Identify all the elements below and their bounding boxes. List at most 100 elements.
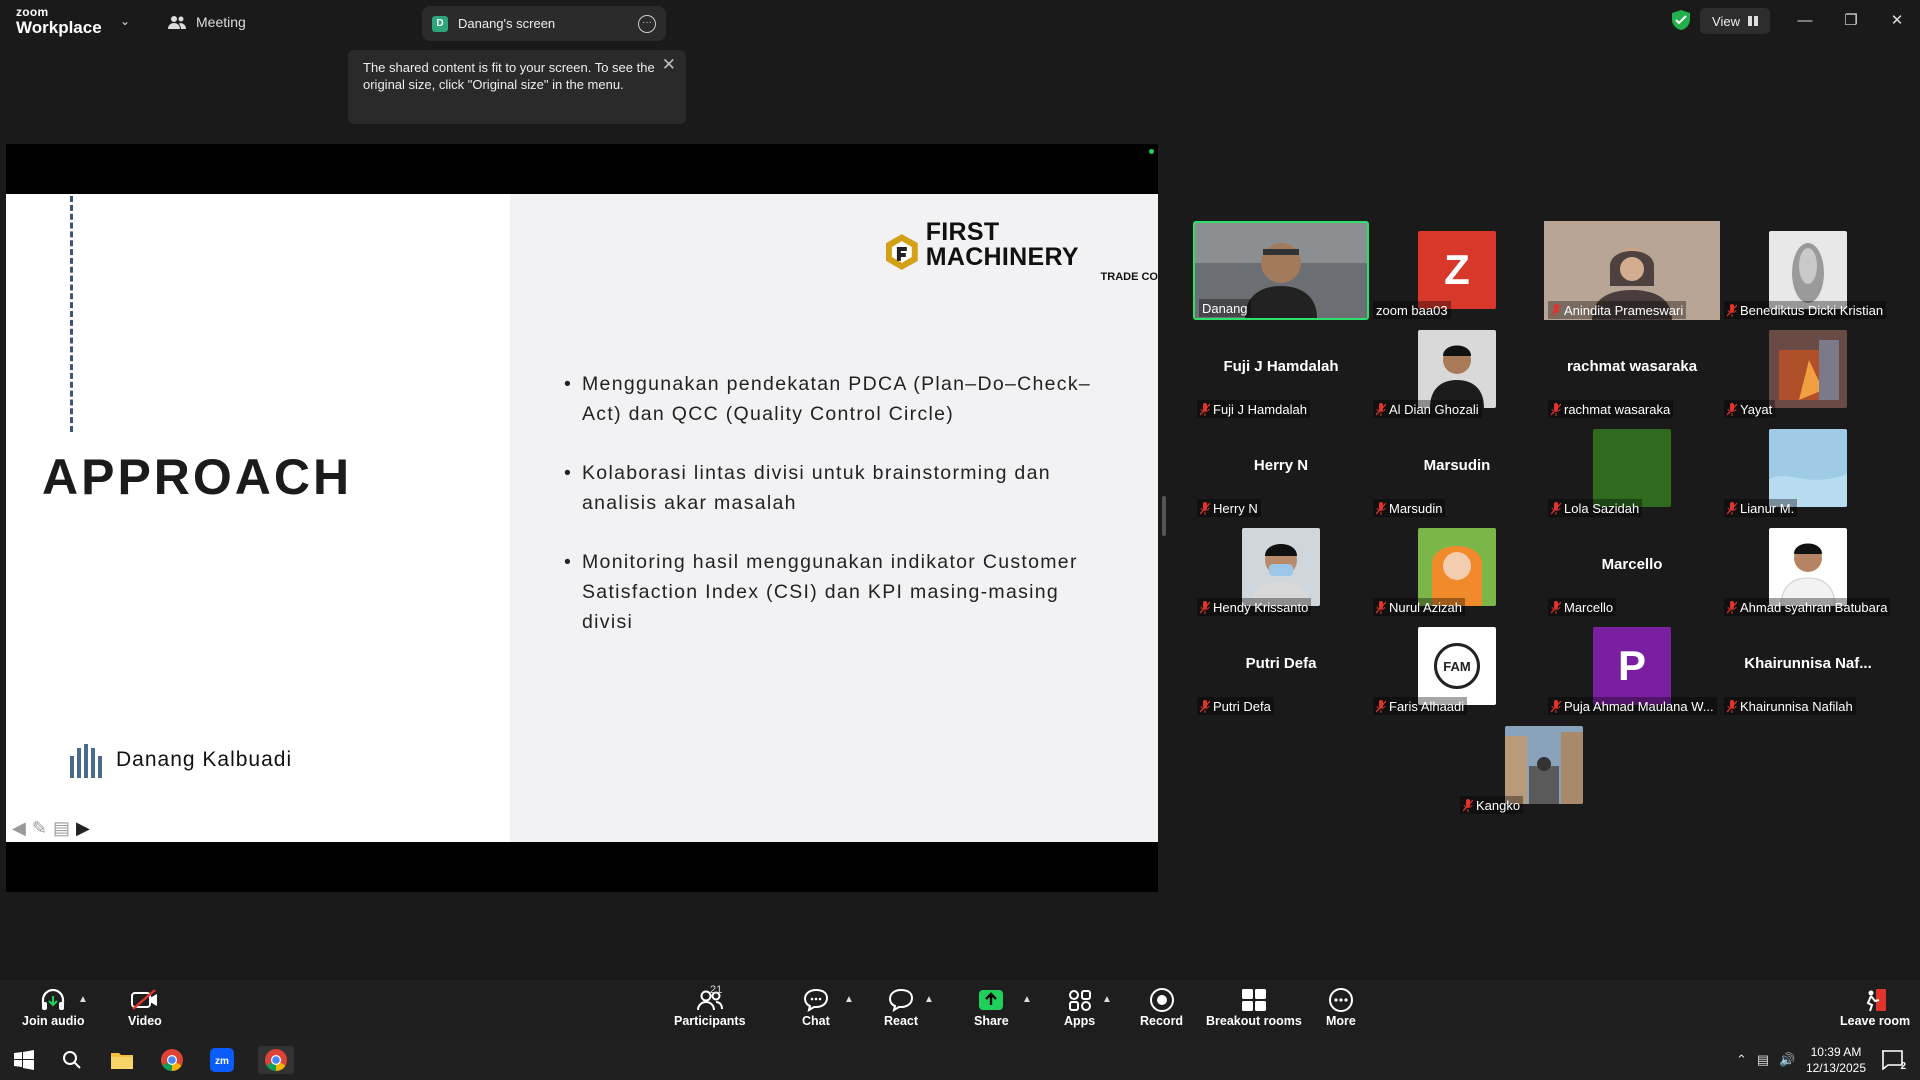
chevron-down-icon[interactable]: ⌄ (120, 14, 130, 28)
avatar (1593, 429, 1671, 507)
participant-tile[interactable]: rachmat wasaraka rachmat wasaraka (1544, 320, 1720, 419)
muted-mic-icon (1200, 600, 1210, 614)
notifications-icon[interactable]: 2 (1878, 1046, 1906, 1074)
share-indicator (1149, 149, 1154, 154)
chrome-active-icon[interactable] (258, 1046, 294, 1074)
sharer-badge: D (432, 15, 448, 32)
participant-tile[interactable]: Kangko (1456, 716, 1632, 815)
muted-mic-icon (1376, 501, 1386, 515)
participant-name: Marcello (1548, 598, 1617, 616)
close-notice-icon[interactable]: ✕ (662, 56, 676, 73)
muted-mic-icon (1551, 501, 1561, 515)
breakout-rooms-icon (1241, 989, 1266, 1011)
apps-label: Apps (1064, 1014, 1096, 1028)
close-icon[interactable]: ✕ (1874, 0, 1920, 40)
bullet-item: Monitoring hasil menggunakan indikator C… (564, 547, 1114, 637)
search-icon[interactable] (58, 1046, 86, 1074)
avatar (1769, 528, 1847, 606)
pen-icon[interactable]: ✎ (32, 818, 47, 839)
volume-icon[interactable]: 🔊 (1779, 1052, 1795, 1068)
breakout-rooms-label: Breakout rooms (1206, 1014, 1302, 1028)
taskbar-clock[interactable]: 10:39 AM 12/13/2025 (1806, 1044, 1866, 1076)
leave-room-icon (1866, 989, 1887, 1012)
participant-tile[interactable]: Anindita Prameswari (1544, 221, 1720, 320)
slide-right-panel: FIRST MACHINERY TRADE CO Menggunakan pen… (510, 194, 1158, 842)
slide-bullets: Menggunakan pendekatan PDCA (Plan–Do–Che… (564, 369, 1114, 666)
file-explorer-icon[interactable] (108, 1046, 136, 1074)
restore-icon[interactable]: ❐ (1828, 0, 1874, 40)
participant-tile[interactable]: Putri Defa Putri Defa (1193, 617, 1369, 716)
participant-tile[interactable]: Danang (1193, 221, 1369, 320)
participant-tile[interactable]: P Puja Ahmad Maulana W... (1544, 617, 1720, 716)
tab-meeting[interactable]: Meeting (168, 10, 246, 34)
view-button[interactable]: View (1700, 8, 1770, 34)
zoom-taskbar-icon[interactable]: zm (208, 1046, 236, 1074)
participant-tile[interactable]: Hendy Krissanto (1193, 518, 1369, 617)
avatar (1769, 429, 1847, 507)
react-button[interactable]: React (884, 986, 918, 1028)
more-button[interactable]: More (1326, 986, 1356, 1028)
participant-tile[interactable]: FAM Faris Alhaadi (1369, 617, 1545, 716)
apps-options-caret-icon[interactable]: ▲ (1102, 994, 1112, 1005)
more-options-icon[interactable]: ··· (638, 14, 656, 33)
participant-tile[interactable]: Lianur M. (1720, 419, 1896, 518)
participant-name: Puja Ahmad Maulana W... (1548, 697, 1717, 715)
shared-screen[interactable]: APPROACH Danang Kalbuadi FIRST MACHINERY… (6, 144, 1158, 892)
panel-splitter[interactable] (1162, 496, 1166, 536)
people-icon (168, 16, 186, 29)
network-icon[interactable]: ▤ (1757, 1052, 1769, 1068)
participant-tile[interactable]: Yayat (1720, 320, 1896, 419)
record-button[interactable]: Record (1140, 986, 1183, 1028)
minimize-icon[interactable]: — (1782, 0, 1828, 40)
audio-options-caret-icon[interactable]: ▲ (78, 994, 88, 1005)
participant-name: Lianur M. (1724, 499, 1798, 517)
notification-count: 2 (1900, 1061, 1906, 1072)
participant-tile[interactable]: Marcello Marcello (1544, 518, 1720, 617)
previous-slide-icon[interactable]: ◀ (12, 818, 26, 839)
participant-tile[interactable]: Marsudin Marsudin (1369, 419, 1545, 518)
participant-tile[interactable]: Herry N Herry N (1193, 419, 1369, 518)
apps-button[interactable]: Apps (1064, 986, 1095, 1028)
clock-date: 12/13/2025 (1805, 1061, 1866, 1075)
share-options-caret-icon[interactable]: ▲ (1022, 994, 1032, 1005)
participant-name: Herry N (1197, 499, 1261, 517)
headphones-icon (42, 988, 65, 1010)
leave-room-label: Leave room (1840, 1014, 1911, 1028)
participant-name: Kangko (1460, 796, 1524, 814)
company-logo: FIRST MACHINERY TRADE CO (884, 220, 1158, 283)
participant-tile[interactable]: Benediktus Dicki Kristian (1720, 221, 1896, 320)
chrome-icon[interactable] (158, 1046, 186, 1074)
join-audio-button[interactable]: Join audio (22, 986, 85, 1028)
chat-options-caret-icon[interactable]: ▲ (844, 994, 854, 1005)
video-button[interactable]: Video (128, 986, 162, 1028)
participant-tile[interactable]: Ahmad syahran Batubara (1720, 518, 1896, 617)
tab-shared-screen[interactable]: D Danang's screen ··· (422, 6, 666, 41)
react-options-caret-icon[interactable]: ▲ (924, 994, 934, 1005)
slide-menu-icon[interactable]: ▤ (53, 818, 70, 839)
participant-tile[interactable]: Lola Sazidah (1544, 419, 1720, 518)
leave-room-button[interactable]: Leave room (1840, 986, 1910, 1028)
participant-name: Putri Defa (1197, 697, 1274, 715)
show-hidden-icons-icon[interactable]: ⌃ (1736, 1052, 1747, 1068)
participant-name: Danang (1199, 299, 1251, 317)
participant-tile[interactable]: Al Dian Ghozali (1369, 320, 1545, 419)
share-button[interactable]: Share (974, 986, 1009, 1028)
breakout-rooms-button[interactable]: Breakout rooms (1206, 986, 1302, 1028)
slide-presenter: Danang Kalbuadi (68, 742, 292, 778)
participant-name: Marsudin (1373, 499, 1446, 517)
next-slide-icon[interactable]: ▶ (76, 818, 90, 839)
windows-start-icon[interactable] (10, 1046, 38, 1074)
participant-tile[interactable]: Z zoom baa03 (1369, 221, 1545, 320)
participants-button[interactable]: 21 Participants (674, 984, 746, 1028)
participant-tile[interactable]: Nurul Azizah (1369, 518, 1545, 617)
participant-tile[interactable]: Fuji J Hamdalah Fuji J Hamdalah (1193, 320, 1369, 419)
share-screen-icon (979, 990, 1004, 1010)
chat-button[interactable]: Chat (802, 986, 830, 1028)
muted-mic-icon (1727, 501, 1737, 515)
encryption-shield-icon[interactable] (1672, 10, 1690, 30)
zoom-logo[interactable]: zoom Workplace (16, 6, 102, 36)
participant-name: zoom baa03 (1373, 301, 1451, 319)
record-label: Record (1140, 1014, 1184, 1028)
participant-tile[interactable]: Khairunnisa Naf... Khairunnisa Nafilah (1720, 617, 1896, 716)
logo-line1: zoom (16, 5, 49, 19)
